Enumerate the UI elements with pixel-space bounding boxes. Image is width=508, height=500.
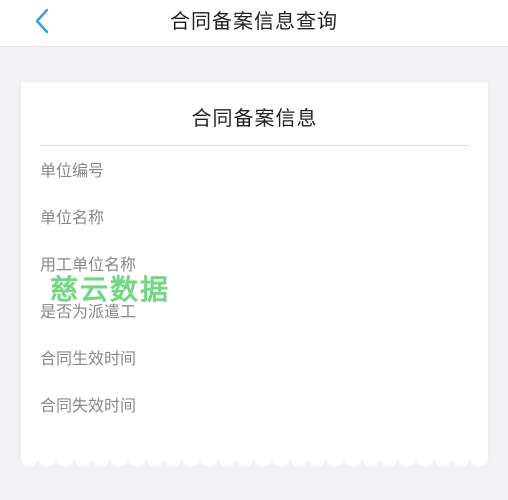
card-title: 合同备案信息	[191, 106, 318, 130]
field-unit-number: 单位编号	[40, 161, 105, 180]
divider	[40, 145, 469, 146]
field-is-dispatched: 是否为派遣工	[40, 302, 137, 321]
field-unit-name: 单位名称	[40, 208, 105, 227]
card-scalloped-edge	[21, 452, 488, 466]
watermark-text: 慈云数据	[50, 273, 171, 306]
page-title: 合同备案信息查询	[170, 9, 338, 33]
top-nav-bar: 合同备案信息查询	[0, 0, 508, 47]
field-contract-end: 合同失效时间	[40, 396, 137, 415]
field-contract-start: 合同生效时间	[40, 349, 137, 368]
